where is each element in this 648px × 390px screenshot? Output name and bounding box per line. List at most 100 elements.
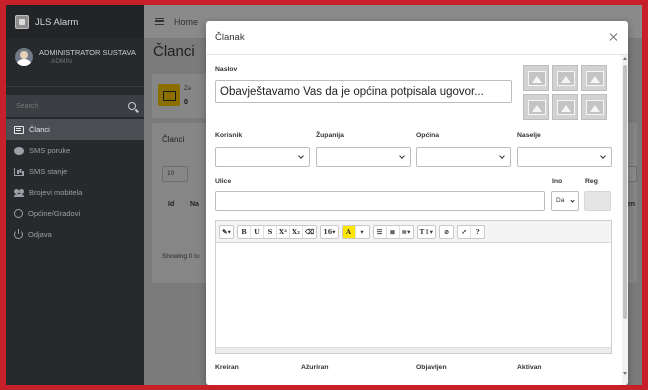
sidebar-item-clanci[interactable]: Članci xyxy=(6,119,144,140)
fullscreen-icon[interactable]: ⤢ xyxy=(458,225,472,238)
ino-label: Ino xyxy=(552,178,563,185)
sidebar-item-brojevi-mobitela[interactable]: Brojevi mobitela xyxy=(6,182,144,203)
sidebar-item-label: SMS stanje xyxy=(29,167,68,176)
sidebar-item-sms-stanje[interactable]: SMS stanje xyxy=(6,161,144,182)
superscript-button[interactable]: X² xyxy=(277,225,290,238)
ordered-list-icon[interactable]: ≣ xyxy=(387,225,400,238)
korisnik-select[interactable] xyxy=(215,147,310,167)
image-placeholder-icon[interactable] xyxy=(581,94,607,120)
article-modal: Članak Naslov Korisnik Županija Općina N… xyxy=(206,21,628,385)
azuriran-label: Ažuriran xyxy=(301,364,329,371)
image-placeholder-icon[interactable] xyxy=(523,94,549,120)
modal-title: Članak xyxy=(215,32,245,43)
opcina-label: Općina xyxy=(416,132,440,139)
sidebar-item-odjava[interactable]: Odjava xyxy=(6,224,144,245)
sidebar: JLS Alarm ADMINISTRATOR SUSTAVA ADMIN Čl… xyxy=(6,5,144,385)
naselje-label: Naselje xyxy=(517,132,541,139)
sidebar-item-label: Općine/Gradovi xyxy=(28,209,81,218)
sidebar-item-sms-poruke[interactable]: SMS poruke xyxy=(6,140,144,161)
hamburger-icon[interactable] xyxy=(155,18,164,25)
sidebar-item-label: Odjava xyxy=(28,230,52,239)
chevron-down-icon xyxy=(499,153,505,159)
magic-wand-icon[interactable]: ✎▾ xyxy=(220,226,233,238)
naselje-select[interactable] xyxy=(517,147,612,167)
ino-select[interactable]: Da xyxy=(551,191,579,211)
column-header-naslov[interactable]: Na xyxy=(190,201,199,208)
toolbar-group-style: ✎▾ xyxy=(219,224,234,239)
align-dropdown-icon[interactable]: ≡▾ xyxy=(400,226,413,238)
font-size-select[interactable]: 16▾ xyxy=(321,226,337,238)
page-length-select[interactable]: 10 xyxy=(162,166,188,182)
newspaper-icon xyxy=(14,125,24,134)
avatar xyxy=(15,48,33,66)
subscript-button[interactable]: X₂ xyxy=(290,225,303,238)
chevron-down-icon xyxy=(600,153,606,159)
chevron-down-icon xyxy=(298,153,304,159)
modal-header: Članak xyxy=(206,21,628,55)
toolbar-group-font: B U S X² X₂ ⌫ xyxy=(237,224,318,239)
zupanija-select[interactable] xyxy=(316,147,411,167)
scrollbar-thumb[interactable] xyxy=(623,65,627,319)
search-input[interactable] xyxy=(16,102,106,110)
sidebar-item-label: SMS poruke xyxy=(29,146,71,155)
sidebar-item-label: Brojevi mobitela xyxy=(29,188,83,197)
toolbar-group-size: 16▾ xyxy=(320,224,339,239)
editor-resize-bar[interactable] xyxy=(216,347,611,353)
reg-field[interactable] xyxy=(584,191,611,211)
panel-title: Članci xyxy=(162,135,185,144)
sidebar-nav: Članci SMS poruke SMS stanje Brojevi mob… xyxy=(6,119,144,245)
user-name: ADMINISTRATOR SUSTAVA xyxy=(39,48,136,57)
brand-title: JLS Alarm xyxy=(35,16,79,28)
opcina-select[interactable] xyxy=(416,147,511,167)
help-icon[interactable]: ? xyxy=(471,226,484,238)
search-icon[interactable] xyxy=(128,102,136,110)
brand[interactable]: JLS Alarm xyxy=(6,5,144,39)
naslov-label: Naslov xyxy=(215,66,238,73)
line-height-icon[interactable]: T↕▾ xyxy=(418,226,436,238)
modal-scrollbar[interactable] xyxy=(622,55,628,385)
chevron-down-icon xyxy=(570,198,575,203)
sidebar-item-label: Članci xyxy=(29,125,50,134)
color-dropdown-button[interactable]: ▾ xyxy=(356,226,369,238)
column-header-id[interactable]: Id xyxy=(168,201,174,208)
toolbar-group-para: ☰ ≣ ≡▾ xyxy=(372,224,414,239)
scroll-up-icon[interactable] xyxy=(623,57,627,60)
naslov-input[interactable] xyxy=(215,80,512,103)
ulice-label: Ulice xyxy=(215,178,232,185)
chat-icon xyxy=(14,146,24,155)
image-thumbnails xyxy=(523,65,607,125)
eraser-icon[interactable]: ⌫ xyxy=(303,226,316,238)
link-icon[interactable]: ⊘ xyxy=(440,226,453,238)
globe-icon xyxy=(14,209,23,218)
table-info: Showing 0 to xyxy=(162,253,200,260)
underline-button[interactable]: U xyxy=(251,225,264,238)
ulice-input[interactable] xyxy=(215,191,545,211)
image-placeholder-icon[interactable] xyxy=(581,65,607,91)
topbar-home-link[interactable]: Home xyxy=(174,17,198,27)
image-placeholder-icon[interactable] xyxy=(552,94,578,120)
unordered-list-icon[interactable]: ☰ xyxy=(374,225,387,238)
newspaper-icon xyxy=(158,84,180,106)
strikethrough-button[interactable]: S xyxy=(264,225,277,238)
app-logo-icon xyxy=(15,15,29,29)
toolbar-group-view: ⤢ ? xyxy=(457,224,486,239)
chart-icon xyxy=(14,167,24,176)
image-placeholder-icon[interactable] xyxy=(552,65,578,91)
editor-toolbar: ✎▾ B U S X² X₂ ⌫ 16▾ A ▾ ☰ ≣ ≡▾ T↕▾ ⊘ ⤢ … xyxy=(216,221,611,243)
app-window: JLS Alarm ADMINISTRATOR SUSTAVA ADMIN Čl… xyxy=(6,5,642,385)
text-color-button[interactable]: A xyxy=(342,225,356,238)
editor-content-area[interactable] xyxy=(216,243,611,347)
toolbar-group-height: T↕▾ xyxy=(416,224,437,239)
bold-button[interactable]: B xyxy=(238,225,251,238)
aktivan-label: Aktivan xyxy=(517,364,542,371)
rich-text-editor: ✎▾ B U S X² X₂ ⌫ 16▾ A ▾ ☰ ≣ ≡▾ T↕▾ ⊘ ⤢ … xyxy=(215,220,612,354)
scroll-down-icon[interactable] xyxy=(623,372,627,375)
image-placeholder-icon[interactable] xyxy=(523,65,549,91)
reg-label: Reg xyxy=(585,178,598,185)
table-search-input[interactable] xyxy=(627,166,637,182)
chevron-down-icon xyxy=(399,153,405,159)
kreiran-label: Kreiran xyxy=(215,364,239,371)
close-icon[interactable] xyxy=(609,33,617,41)
sidebar-item-opcine-gradovi[interactable]: Općine/Gradovi xyxy=(6,203,144,224)
info-box-count: 0 xyxy=(184,99,188,106)
